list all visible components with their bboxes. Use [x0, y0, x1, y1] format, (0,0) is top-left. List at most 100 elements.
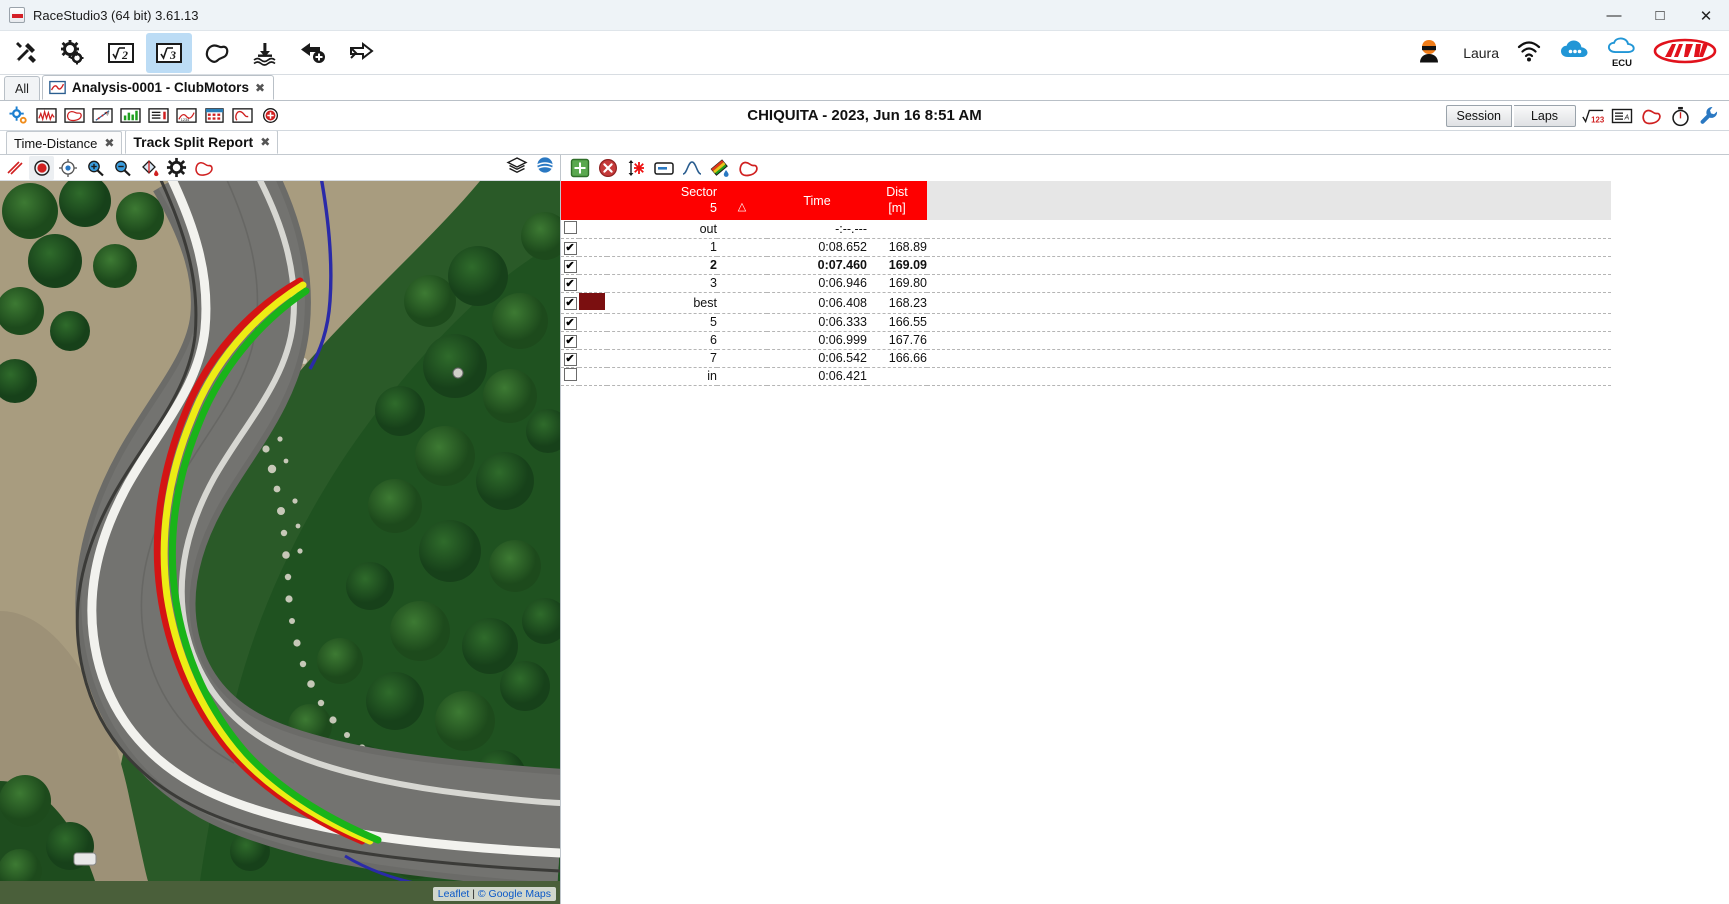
- tab-track-split-report-close-icon[interactable]: ✖: [260, 135, 270, 149]
- row-checkbox-cell[interactable]: ✔: [561, 238, 579, 257]
- cell-sector: out: [607, 220, 717, 239]
- center-crosshair-icon[interactable]: [56, 156, 81, 180]
- row-checkbox-cell[interactable]: ✔: [561, 313, 579, 332]
- session-view-button[interactable]: Session: [1445, 105, 1512, 127]
- track-map[interactable]: Leaflet | © Google Maps: [0, 181, 560, 904]
- rename-split-icon[interactable]: [653, 157, 675, 179]
- avatar[interactable]: [1415, 37, 1443, 70]
- remove-split-icon[interactable]: [597, 157, 619, 179]
- record-point-icon[interactable]: [29, 155, 54, 180]
- import-arrow-icon[interactable]: [290, 33, 336, 73]
- checkbox-checked-icon[interactable]: ✔: [563, 297, 577, 310]
- table-row[interactable]: ✔ 3 0:06.946 169.80: [561, 274, 1611, 293]
- tab-time-distance[interactable]: Time-Distance ✖: [6, 131, 123, 154]
- map-style-icon[interactable]: [534, 155, 556, 180]
- table-row[interactable]: ✔ 1 0:08.652 168.89: [561, 238, 1611, 257]
- rs3-analysis-icon[interactable]: 3: [146, 32, 192, 73]
- colors-icon[interactable]: [709, 157, 731, 179]
- checkbox-unchecked-icon[interactable]: [563, 220, 577, 234]
- th-delta[interactable]: △: [717, 181, 767, 220]
- row-checkbox-cell[interactable]: ✔: [561, 331, 579, 350]
- table-row[interactable]: ✔ best 0:06.408 168.23: [561, 292, 1611, 314]
- insert-split-icon[interactable]: [625, 157, 647, 179]
- attribution-leaflet-link[interactable]: Leaflet: [438, 888, 470, 900]
- th-time[interactable]: Time: [767, 181, 867, 220]
- track-map-icon[interactable]: [63, 105, 85, 127]
- th-spacer: [927, 181, 1611, 220]
- table-row[interactable]: ✔ 2 0:07.460 169.09: [561, 256, 1611, 275]
- checkbox-unchecked-icon[interactable]: [563, 368, 577, 381]
- add-split-icon[interactable]: [569, 157, 591, 179]
- histogram-icon[interactable]: [119, 105, 141, 127]
- calendar-icon[interactable]: [203, 105, 225, 127]
- paint-bucket-icon[interactable]: [137, 156, 162, 180]
- minimize-button[interactable]: —: [1591, 0, 1637, 31]
- checkbox-checked-icon[interactable]: ✔: [563, 241, 577, 255]
- checkbox-checked-icon[interactable]: ✔: [563, 259, 577, 273]
- math-channels-icon[interactable]: 123: [1581, 104, 1605, 128]
- laps-view-button[interactable]: Laps: [1514, 105, 1576, 127]
- add-red-icon[interactable]: [259, 105, 281, 127]
- table-row[interactable]: out -:--.---: [561, 220, 1611, 239]
- tab-all[interactable]: All: [4, 76, 40, 100]
- export-arrow-icon[interactable]: [338, 33, 384, 73]
- checkbox-checked-icon[interactable]: ✔: [563, 316, 577, 330]
- row-checkbox-cell[interactable]: ✔: [561, 256, 579, 275]
- table-row[interactable]: ✔ 5 0:06.333 166.55: [561, 313, 1611, 332]
- row-checkbox-cell[interactable]: [561, 220, 579, 239]
- track-report-icon[interactable]: [231, 105, 253, 127]
- th-dist[interactable]: Dist [m]: [867, 181, 927, 220]
- configuration-gear-icon[interactable]: [50, 33, 96, 73]
- report-icon[interactable]: [147, 105, 169, 127]
- lap-timer-icon[interactable]: [1668, 104, 1692, 128]
- xy-plot-icon[interactable]: xy: [91, 105, 113, 127]
- table-row[interactable]: ✔ 7 0:06.542 166.66: [561, 349, 1611, 368]
- time-distance-chart-icon[interactable]: [35, 105, 57, 127]
- cell-time: 0:06.333: [767, 313, 867, 332]
- map-settings-gear-icon[interactable]: [164, 156, 189, 180]
- map-canvas: [0, 181, 560, 881]
- row-checkbox-cell[interactable]: ✔: [561, 349, 579, 368]
- curve-view-icon[interactable]: [681, 157, 703, 179]
- wrench-settings-icon[interactable]: [1697, 104, 1721, 128]
- zoom-in-icon[interactable]: [83, 156, 108, 180]
- tracks-icon[interactable]: [194, 33, 240, 73]
- track-outline-icon[interactable]: [191, 156, 216, 180]
- zoom-out-icon[interactable]: [110, 156, 135, 180]
- channels-list-icon[interactable]: A: [1610, 104, 1634, 128]
- table-row[interactable]: in 0:06.421: [561, 367, 1611, 386]
- attribution-provider-link[interactable]: © Google Maps: [478, 888, 551, 900]
- cloud-messages-icon[interactable]: [1559, 39, 1591, 68]
- main-toolbar-right: Laura ECU: [1415, 31, 1717, 75]
- track-shape-icon[interactable]: [737, 157, 759, 179]
- device-download-icon[interactable]: [242, 33, 288, 73]
- checkbox-checked-icon[interactable]: ✔: [563, 334, 577, 348]
- checkbox-checked-icon[interactable]: ✔: [563, 277, 577, 291]
- table-row[interactable]: ✔ 6 0:06.999 167.76: [561, 331, 1611, 350]
- row-checkbox-cell[interactable]: [561, 367, 579, 386]
- tab-track-split-report[interactable]: Track Split Report ✖: [125, 130, 279, 154]
- row-checkbox-cell[interactable]: ✔: [561, 274, 579, 293]
- settings-small-icon[interactable]: [7, 105, 29, 127]
- scatter-icon[interactable]: 1234: [175, 105, 197, 127]
- rs2-analysis-icon[interactable]: 2: [98, 33, 144, 73]
- map-layers-icon[interactable]: [506, 155, 528, 180]
- row-color-swatch-cell: [579, 331, 607, 350]
- cell-delta: [717, 220, 767, 239]
- track-shape-icon[interactable]: [1639, 104, 1663, 128]
- checkbox-checked-icon[interactable]: ✔: [563, 352, 577, 366]
- maximize-button[interactable]: □: [1637, 0, 1683, 31]
- cloud-ecu-icon[interactable]: ECU: [1607, 36, 1637, 70]
- wifi-icon[interactable]: [1515, 38, 1543, 69]
- tab-close-icon[interactable]: ✖: [255, 81, 265, 95]
- measure-lines-icon[interactable]: [2, 156, 27, 180]
- svg-text:xy: xy: [104, 112, 109, 117]
- tools-icon[interactable]: [2, 33, 48, 73]
- tab-time-distance-close-icon[interactable]: ✖: [104, 136, 114, 150]
- row-checkbox-cell[interactable]: ✔: [561, 292, 579, 314]
- tab-analysis-project[interactable]: Analysis-0001 - ClubMotors ✖: [41, 75, 275, 100]
- th-sector[interactable]: Sector 5: [607, 181, 717, 220]
- session-toolbar: xy 1234 CHIQUITA - 2023, Jun 16 8:51 AM …: [0, 101, 1729, 131]
- close-button[interactable]: ✕: [1683, 0, 1729, 31]
- cell-delta: [717, 349, 767, 368]
